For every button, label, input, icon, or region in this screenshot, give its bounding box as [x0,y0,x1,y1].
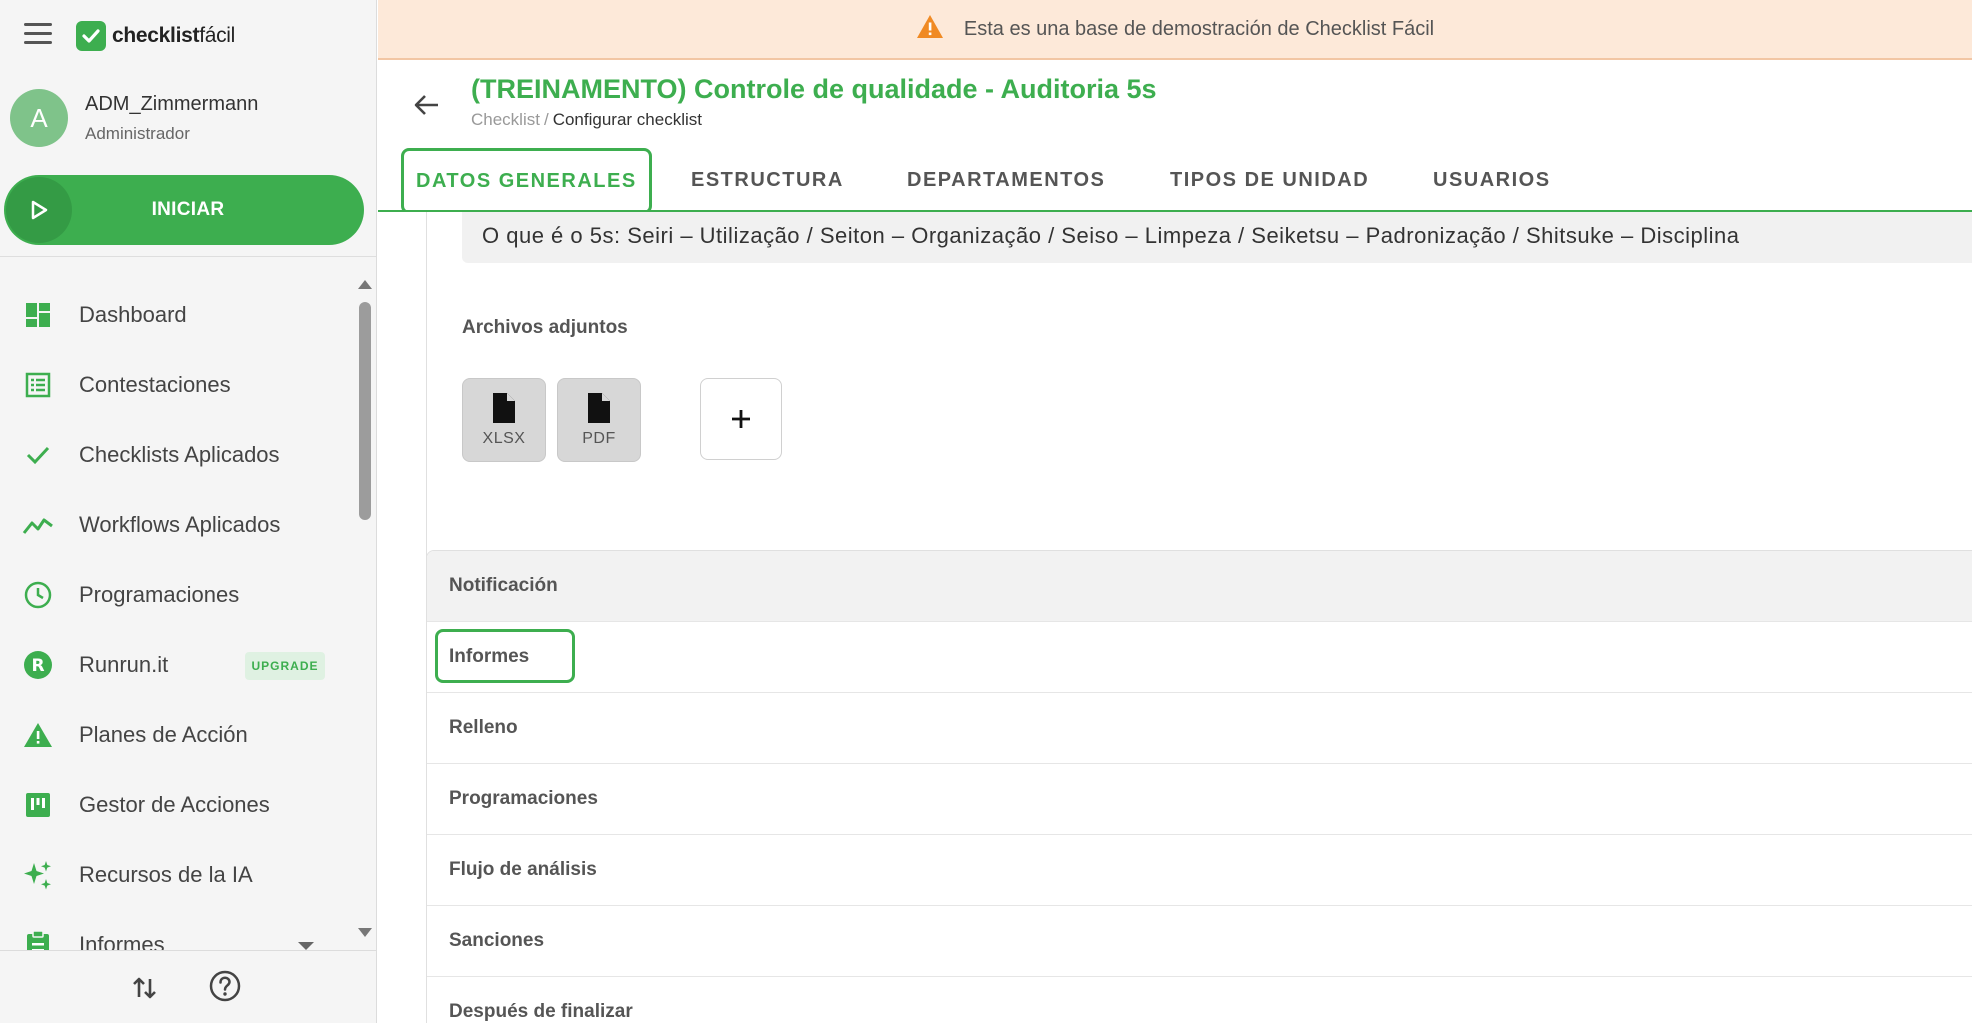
plus-icon [732,410,750,428]
breadcrumb: Checklist / Configurar checklist [471,110,702,130]
file-icon [588,393,610,423]
brand-name: checklistfácil [112,24,236,47]
sidebar-menu: Dashboard Contestaciones Checklists Apli… [0,280,352,950]
sidebar-item-label: Contestaciones [79,372,231,397]
tab-usuarios[interactable]: USUARIOS [1433,150,1551,210]
section-flujo-de-analisis[interactable]: Flujo de análisis [427,835,1972,906]
tab-tipos-de-unidad[interactable]: TIPOS DE UNIDAD [1170,150,1369,210]
dashboard-icon [22,299,54,331]
sidebar-item-workflows-aplicados[interactable]: Workflows Aplicados [0,490,352,560]
settings-sections: Notificación Informes Relleno Programaci… [426,550,1972,1023]
sidebar-scrollbar[interactable] [356,270,374,950]
attachment-label: PDF [582,430,616,447]
tab-estructura[interactable]: ESTRUCTURA [691,150,844,210]
section-relleno[interactable]: Relleno [427,693,1972,764]
attachments-title: Archivos adjuntos [462,317,628,338]
svg-text:R: R [31,656,44,676]
sidebar: checklistfácil A ADM_Zimmermann Administ… [0,0,377,1023]
sidebar-footer [0,950,376,1023]
sidebar-item-informes[interactable]: Informes [0,910,352,950]
help-icon[interactable] [208,969,242,1003]
user-name: ADM_Zimmermann [85,92,259,115]
section-despues-de-finalizar[interactable]: Después de finalizar [427,977,1972,1023]
section-notificacion[interactable]: Notificación [427,551,1972,622]
tab-departamentos[interactable]: DEPARTAMENTOS [907,150,1105,210]
sidebar-item-label: Workflows Aplicados [79,512,281,537]
scroll-down-arrow-icon[interactable] [358,928,372,937]
section-informes[interactable]: Informes [427,622,1972,693]
avatar: A [10,89,68,147]
description-field[interactable]: O que é o 5s: Seiri – Utilização / Seito… [462,212,1972,263]
main-content[interactable]: O que é o 5s: Seiri – Utilização / Seito… [378,212,1972,1023]
user-role: Administrador [85,123,190,143]
chevron-down-icon[interactable] [298,942,314,950]
sidebar-item-label: Recursos de la IA [79,862,253,887]
trending-icon [22,509,54,541]
sidebar-header: checklistfácil [0,0,376,70]
runrunit-icon: R [22,649,54,681]
sidebar-item-programaciones[interactable]: Programaciones [0,560,352,630]
start-button[interactable]: INICIAR [4,175,364,245]
breadcrumb-current: Configurar checklist [552,110,702,129]
back-arrow-icon[interactable] [410,88,444,122]
warning-icon [22,719,54,751]
sidebar-item-runrunit[interactable]: R Runrun.it UPGRADE [0,630,352,700]
section-sanciones[interactable]: Sanciones [427,906,1972,977]
kanban-icon [22,789,54,821]
checkmark-logo-icon [76,21,106,51]
divider [0,256,376,257]
add-attachment-button[interactable] [700,378,782,460]
sidebar-item-label: Checklists Aplicados [79,442,280,467]
list-icon [22,369,54,401]
clipboard-icon [22,929,54,950]
sparkles-icon [22,859,54,891]
tab-datos-generales[interactable]: DATOS GENERALES [401,148,652,214]
user-profile[interactable]: A ADM_Zimmermann Administrador [10,88,258,148]
hamburger-menu-icon[interactable] [24,23,52,47]
check-icon [22,439,54,471]
upgrade-badge[interactable]: UPGRADE [245,652,325,680]
sidebar-item-label: Planes de Acción [79,722,248,747]
breadcrumb-link-checklist[interactable]: Checklist [471,110,540,129]
attachment-label: XLSX [482,430,526,447]
sidebar-item-contestaciones[interactable]: Contestaciones [0,350,352,420]
section-programaciones[interactable]: Programaciones [427,764,1972,835]
scrollbar-thumb[interactable] [359,302,371,520]
app-logo[interactable]: checklistfácil [76,20,235,52]
tab-bar: DATOS GENERALES ESTRUCTURA DEPARTAMENTOS… [378,148,1972,214]
sidebar-item-planes-de-accion[interactable]: Planes de Acción [0,700,352,770]
swap-vertical-icon[interactable] [128,971,162,1005]
demo-banner: Esta es una base de demostración de Chec… [378,0,1972,60]
sidebar-item-checklists-aplicados[interactable]: Checklists Aplicados [0,420,352,490]
sidebar-item-recursos-ia[interactable]: Recursos de la IA [0,840,352,910]
page-title: (TREINAMENTO) Controle de qualidade - Au… [471,74,1157,104]
attachment-pdf[interactable]: PDF [557,378,641,462]
sidebar-item-label: Dashboard [79,302,187,327]
warning-icon [916,14,944,44]
sidebar-item-dashboard[interactable]: Dashboard [0,280,352,350]
description-text: O que é o 5s: Seiri – Utilização / Seito… [482,223,1740,248]
breadcrumb-separator: / [543,110,549,129]
highlight-outline [435,629,575,683]
sidebar-item-gestor-de-acciones[interactable]: Gestor de Acciones [0,770,352,840]
attachment-xlsx[interactable]: XLSX [462,378,546,462]
scroll-up-arrow-icon[interactable] [358,280,372,289]
file-icon [493,393,515,423]
start-button-label: INICIAR [151,199,225,220]
sidebar-item-label: Programaciones [79,582,240,607]
banner-text: Esta es una base de demostración de Chec… [963,17,1435,40]
play-icon [6,177,72,243]
clock-icon [22,579,54,611]
sidebar-item-label: Informes [79,932,165,950]
page-header: (TREINAMENTO) Controle de qualidade - Au… [378,62,1972,214]
sidebar-item-label: Runrun.it [79,652,169,677]
sidebar-item-label: Gestor de Acciones [79,792,270,817]
